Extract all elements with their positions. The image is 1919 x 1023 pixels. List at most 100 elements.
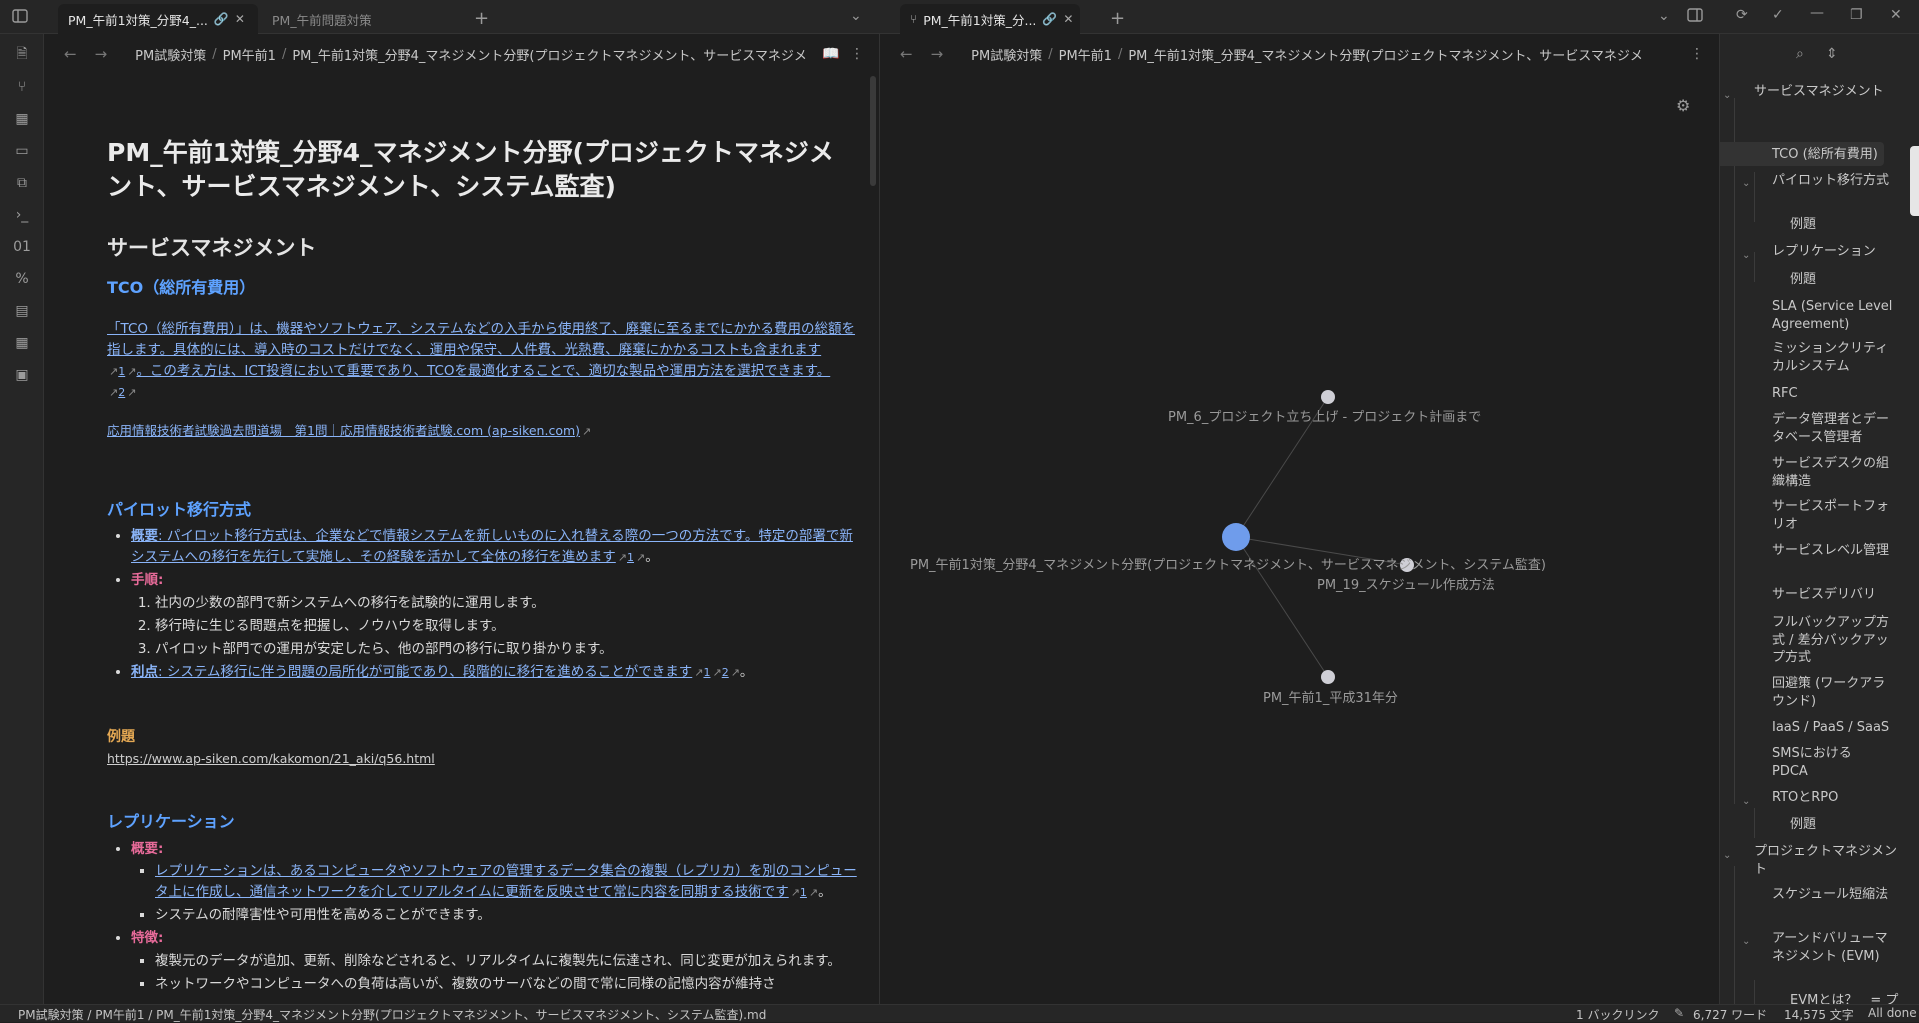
status-backlinks[interactable]: 1 バックリンク	[1576, 1006, 1659, 1023]
chevron-down-icon[interactable]: ⌄	[1658, 8, 1670, 24]
tab-title: PM_午前問題対策	[272, 12, 372, 28]
outline-item[interactable]: データ管理者とデータベース管理者	[1772, 411, 1896, 446]
outline-item[interactable]: サービスポートフォリオ	[1772, 498, 1896, 533]
outline-item[interactable]: IaaS / PaaS / SaaS	[1772, 719, 1896, 737]
chevron-down-icon[interactable]: ⌄	[1723, 90, 1731, 101]
status-char-count: 14,575 文字	[1784, 1008, 1854, 1022]
outline-item[interactable]: RFC	[1772, 385, 1896, 403]
blocks-icon[interactable]: ▦	[11, 108, 33, 130]
tab-left-inactive[interactable]: PM_午前問題対策	[262, 4, 462, 34]
graph-node-center[interactable]	[1222, 523, 1250, 551]
breadcrumb-folder[interactable]: PM試験対策	[135, 45, 206, 64]
replication-overview-link[interactable]: レプリケーションは、あるコンピュータやソフトウェアの管理するデータ集合の複製（レ…	[155, 863, 857, 900]
footnote-ref[interactable]: 1	[703, 666, 710, 679]
outline-item[interactable]: RTOとRPO	[1772, 789, 1896, 807]
terminal-icon[interactable]: ›_	[11, 204, 33, 226]
outline-item[interactable]: サービスマネジメント	[1754, 83, 1904, 101]
outline-item[interactable]: 例題	[1790, 271, 1900, 289]
graph-node-label[interactable]: PM_午前1_平成31年分	[1263, 687, 1398, 706]
calendar-icon[interactable]: ▭	[11, 140, 33, 162]
pilot-merit-link[interactable]: 利点: システム移行に伴う問題の局所化が可能であり、段階的に移行を進めることがで…	[131, 664, 692, 680]
status-sync[interactable]: All done	[1868, 1006, 1917, 1020]
example-url-link[interactable]: https://www.ap-siken.com/kakomon/21_aki/…	[107, 751, 435, 766]
tco-text-link-2[interactable]: 。この考え方は、ICT投資において重要であり、TCOを最適化することで、適切な製…	[136, 363, 830, 379]
chevron-down-icon[interactable]: ⌄	[1723, 850, 1731, 861]
right-sidebar-toggle-icon[interactable]	[1687, 8, 1703, 22]
daily-note-icon[interactable]: ▤	[11, 300, 33, 322]
sync-icon[interactable]: ⟳	[1736, 7, 1748, 23]
ap-siken-link[interactable]: 応用情報技術者試験過去問道場 第1問｜応用情報技術者試験.com (ap-sik…	[107, 423, 580, 438]
restore-icon[interactable]: ❐	[1850, 7, 1863, 23]
footnote-ref[interactable]: 1	[627, 551, 634, 564]
scrollbar-thumb[interactable]	[870, 76, 876, 186]
tab-right-active[interactable]: ⑂ PM_午前1対策_分... 🔗 ✕	[900, 4, 1080, 34]
page-title: PM_午前1対策_分野4_マネジメント分野(プロジェクトマネジメント、サービスマ…	[107, 138, 834, 201]
outline-item[interactable]: パイロット移行方式	[1772, 172, 1892, 190]
tco-text-link[interactable]: 「TCO（総所有費用）」は、機器やソフトウェア、システムなどの入手から使用終了、…	[107, 321, 855, 358]
copy-icon[interactable]: ⧉	[11, 172, 33, 194]
scroll-indicator[interactable]	[1910, 146, 1919, 216]
outline-item[interactable]: スケジュール短縮法	[1772, 886, 1896, 904]
new-tab-icon[interactable]: +	[1110, 8, 1125, 29]
outline-item[interactable]: TCO (総所有費用)	[1772, 146, 1902, 164]
percent-icon[interactable]: %	[11, 268, 33, 290]
outline-item[interactable]: 例題	[1790, 216, 1900, 234]
heading-pilot: パイロット移行方式	[107, 499, 252, 519]
graph-node-label[interactable]: PM_6_プロジェクト立ち上げ - プロジェクト計画まで	[1168, 406, 1481, 425]
new-tab-icon[interactable]: +	[474, 8, 489, 29]
status-file-path[interactable]: PM試験対策 / PM午前1 / PM_午前1対策_分野4_マネジメント分野(プ…	[18, 1006, 766, 1023]
graph-node-label[interactable]: PM_午前1対策_分野4_マネジメント分野(プロジェクトマネジメント、サービスマ…	[910, 554, 1546, 573]
chevron-down-icon[interactable]: ⌄	[850, 8, 862, 24]
graph-view-icon[interactable]: ⑂	[11, 76, 33, 98]
more-options-icon[interactable]: ⋮	[850, 46, 864, 62]
outline-item[interactable]: サービスレベル管理	[1772, 542, 1896, 560]
check-icon[interactable]: ✓	[1772, 7, 1784, 23]
tab-left-active[interactable]: PM_午前1対策_分野4_... 🔗 ✕	[58, 4, 258, 34]
outline-item[interactable]: フルバックアップ方式 / 差分バックアップ方式	[1772, 614, 1896, 667]
outline-item[interactable]: プロジェクトマネジメント	[1754, 843, 1904, 878]
list-item: 社内の少数の部門で新システムへの移行を試験的に運用します。	[155, 593, 857, 614]
collapse-all-icon[interactable]: ⇕	[1826, 46, 1838, 62]
sidebar-toggle-icon[interactable]	[12, 9, 28, 23]
table-icon[interactable]: ▦	[11, 332, 33, 354]
footnote-ref[interactable]: 1	[118, 365, 125, 378]
graph-node-label[interactable]: PM_19_スケジュール作成方法	[1317, 574, 1495, 593]
graph-canvas[interactable]	[880, 34, 1720, 1004]
outline-item[interactable]: 例題	[1790, 816, 1900, 834]
search-icon[interactable]: ⌕	[1796, 46, 1804, 62]
close-icon[interactable]: ✕	[1063, 12, 1073, 26]
breadcrumb-file[interactable]: PM_午前1対策_分野4_マネジメント分野(プロジェクトマネジメント、サービスマ…	[292, 45, 807, 64]
footnote-ref[interactable]: 1	[800, 886, 807, 899]
footnote-ref[interactable]: 2	[722, 666, 729, 679]
outline-item[interactable]: サービスデスクの組織構造	[1772, 455, 1896, 490]
breadcrumb-folder[interactable]: PM午前1	[223, 45, 276, 64]
pencil-icon[interactable]: ✎	[1674, 1006, 1684, 1020]
minimize-icon[interactable]: —	[1810, 5, 1824, 21]
files-icon[interactable]: 🗎	[11, 44, 33, 66]
reading-view-icon[interactable]: 📖	[822, 46, 839, 62]
outline-item[interactable]: 回避策 (ワークアラウンド)	[1772, 675, 1896, 710]
heading-example: 例題	[107, 728, 135, 745]
forward-arrow-icon[interactable]: →	[95, 45, 108, 63]
graph-node-top[interactable]	[1321, 390, 1335, 404]
back-arrow-icon[interactable]: ←	[64, 45, 77, 63]
binary-icon[interactable]: 01	[11, 236, 33, 258]
outline-item[interactable]: ミッションクリティカルシステム	[1772, 340, 1896, 375]
status-word-count: 6,727 ワード	[1693, 1008, 1768, 1022]
window-close-icon[interactable]: ✕	[1890, 7, 1902, 23]
pilot-overview-link[interactable]: 概要: パイロット移行方式は、企業などで情報システムを新しいものに入れ替える際の…	[131, 528, 853, 565]
chevron-down-icon[interactable]: ⌄	[1742, 936, 1750, 947]
close-icon[interactable]: ✕	[235, 12, 245, 26]
outline-item[interactable]: EVMとは？ = プロジェクトの進捗状況の把握	[1790, 992, 1906, 1004]
outline-item[interactable]: レプリケーション	[1772, 243, 1902, 261]
footnote-ref[interactable]: 2	[118, 386, 125, 399]
day-icon[interactable]: ▣	[11, 364, 33, 386]
graph-node-bottom[interactable]	[1321, 670, 1335, 684]
chevron-down-icon[interactable]: ⌄	[1742, 178, 1750, 189]
outline-item[interactable]: SLA (Service Level Agreement)	[1772, 298, 1902, 333]
outline-item[interactable]: アーンドバリューマネジメント (EVM)	[1772, 930, 1896, 965]
outline-item[interactable]: SMSにおけるPDCA	[1772, 745, 1882, 780]
chevron-down-icon[interactable]: ⌄	[1742, 250, 1750, 261]
chevron-down-icon[interactable]: ⌄	[1742, 796, 1750, 807]
outline-item[interactable]: サービスデリバリ	[1772, 586, 1896, 604]
